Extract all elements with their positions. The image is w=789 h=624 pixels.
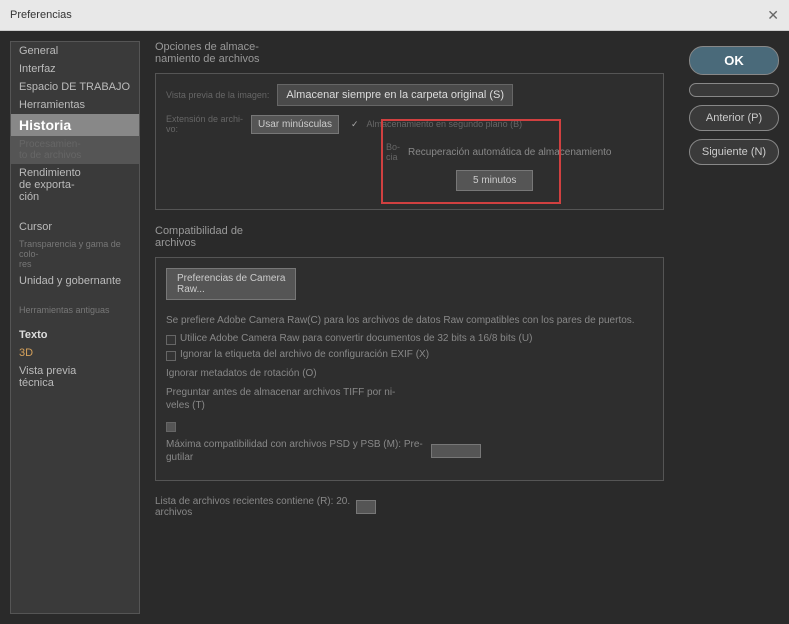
psd-checkbox[interactable] xyxy=(166,422,176,432)
cancel-button[interactable] xyxy=(689,83,779,97)
preview-dropdown[interactable]: Almacenar siempre en la carpeta original… xyxy=(277,84,513,106)
ok-button[interactable]: OK xyxy=(689,46,779,75)
content-area: Opciones de almace- namiento de archivos… xyxy=(140,31,679,624)
sidebar-item-interfaz[interactable]: Interfaz xyxy=(11,60,139,78)
bocia-label: Bo- cia xyxy=(386,142,400,162)
prev-button[interactable]: Anterior (P) xyxy=(689,105,779,131)
use-acr-label: Utilice Adobe Camera Raw para convertir … xyxy=(180,333,532,344)
cameraraw-button[interactable]: Preferencias de Camera Raw... xyxy=(166,268,296,300)
psd-compat-dropdown[interactable] xyxy=(431,444,481,458)
interval-dropdown[interactable]: 5 minutos xyxy=(456,170,533,191)
compat-panel: Preferencias de Camera Raw... Se prefier… xyxy=(155,257,664,481)
sidebar-item-units[interactable]: Unidad y gobernante xyxy=(11,272,139,290)
prefer-acr-text: Se prefiere Adobe Camera Raw(C) para los… xyxy=(166,314,653,327)
bg-save-check[interactable]: Almacenamiento en segundo plano (B) xyxy=(367,119,523,129)
recent-files-label: Lista de archivos recientes contiene (R)… xyxy=(155,496,350,518)
psd-compat-label: Máxima compatibilidad con archivos PSD y… xyxy=(166,438,423,464)
preview-label: Vista previa de la imagen: xyxy=(166,90,269,100)
ignore-exif-checkbox[interactable] xyxy=(166,351,176,361)
sidebar-item-workspace[interactable]: Espacio DE TRABAJO xyxy=(11,78,139,96)
ignore-rotation-label: Ignorar metadatos de rotación (O) xyxy=(166,367,653,380)
use-acr-checkbox[interactable] xyxy=(166,335,176,345)
file-save-panel: Vista previa de la imagen: Almacenar sie… xyxy=(155,73,664,210)
section1-title: Opciones de almace- namiento de archivos xyxy=(155,41,664,65)
sidebar-item-3d[interactable]: 3D xyxy=(11,344,139,362)
sidebar-item-history[interactable]: Historia xyxy=(11,114,139,136)
ignore-exif-label: Ignorar la etiqueta del archivo de confi… xyxy=(180,349,429,360)
section2-title: Compatibilidad de archivos xyxy=(155,225,664,249)
ask-tiff-label: Preguntar antes de almacenar archivos TI… xyxy=(166,386,653,412)
sidebar-item-general[interactable]: General xyxy=(11,42,139,60)
sidebar-item-export[interactable]: Rendimiento de exporta- ción xyxy=(11,164,139,206)
sidebar-item-text[interactable]: Texto xyxy=(11,326,139,344)
sidebar-item-transp[interactable]: Transparencia y gama de colo- res xyxy=(11,236,139,272)
sidebar-item-tools[interactable]: Herramientas xyxy=(11,96,139,114)
recent-files-input[interactable] xyxy=(356,500,376,514)
sidebar-item-fileproc[interactable]: Procesamien- to de archivos xyxy=(11,136,139,164)
sidebar: General Interfaz Espacio DE TRABAJO Herr… xyxy=(10,41,140,614)
button-column: OK Anterior (P) Siguiente (N) xyxy=(679,31,789,624)
close-icon[interactable]: ✕ xyxy=(767,7,779,24)
main-container: General Interfaz Espacio DE TRABAJO Herr… xyxy=(0,31,789,624)
ext-label: Extensión de archi- vo: xyxy=(166,114,243,134)
window-title: Preferencias xyxy=(10,9,72,21)
sidebar-item-legacy[interactable]: Herramientas antiguas xyxy=(11,302,139,318)
next-button[interactable]: Siguiente (N) xyxy=(689,139,779,165)
sidebar-item-techprev[interactable]: Vista previa técnica xyxy=(11,362,139,392)
ext-dropdown[interactable]: Usar minúsculas xyxy=(251,115,339,134)
sidebar-item-cursor[interactable]: Cursor xyxy=(11,218,139,236)
auto-recovery-label: Recuperación automática de almacenamient… xyxy=(408,147,611,158)
titlebar: Preferencias ✕ xyxy=(0,0,789,31)
